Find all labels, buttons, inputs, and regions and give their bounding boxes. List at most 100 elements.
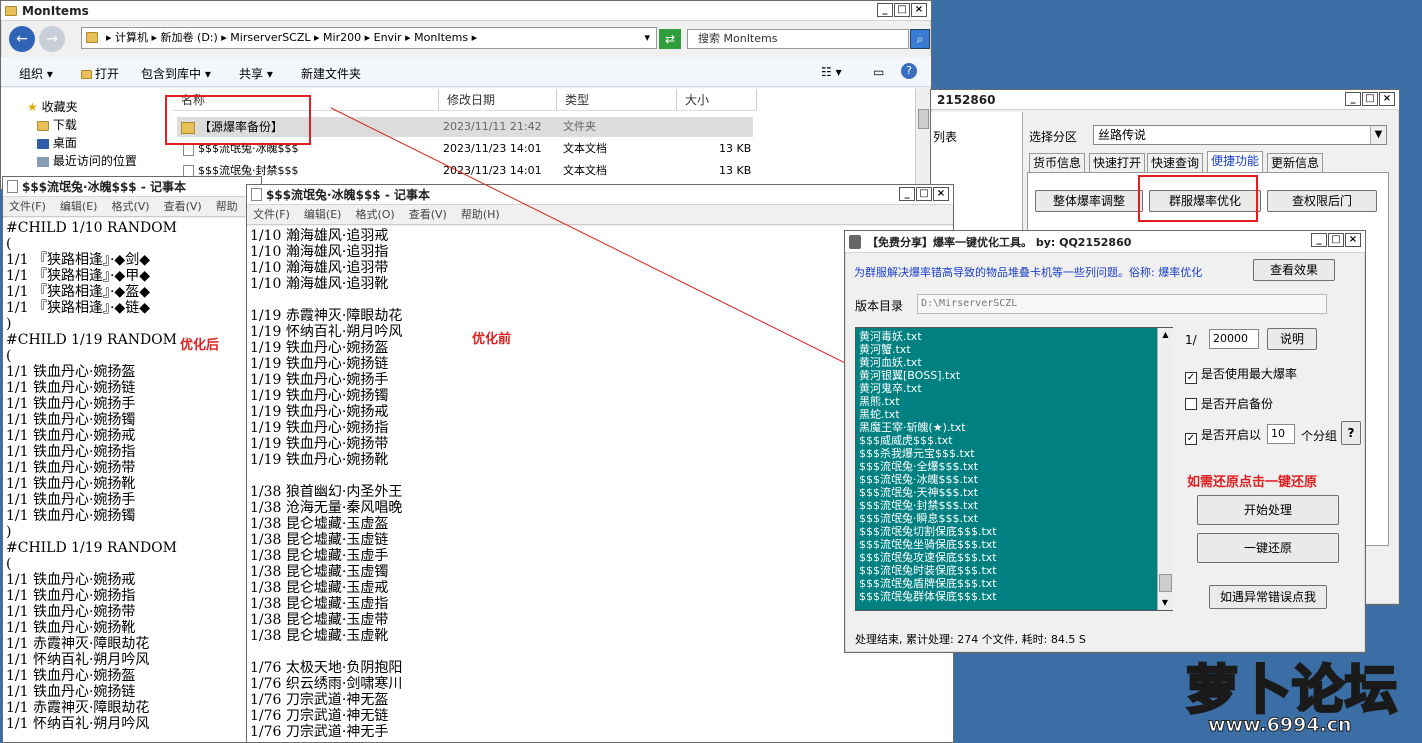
open-button[interactable]: 打开 xyxy=(81,65,119,82)
download-folder-icon xyxy=(37,120,49,131)
one-click-restore-button[interactable]: 一键还原 xyxy=(1197,533,1339,563)
menu-format[interactable]: 格式(V) xyxy=(111,197,149,216)
dir-input[interactable]: D:\MirserverSCZL xyxy=(917,294,1327,314)
forward-arrow-icon[interactable]: → xyxy=(39,26,65,52)
text-line: 1/1 『狭路相逢』·◆剑◆ xyxy=(6,252,150,268)
close-button[interactable]: × xyxy=(1345,233,1361,247)
new-folder-button[interactable]: 新建文件夹 xyxy=(301,65,361,82)
menu-edit[interactable]: 编辑(E) xyxy=(60,197,98,216)
notepad-icon xyxy=(251,188,262,201)
table-row[interactable]: $$$流氓兔·封禁$$$ 2023/11/23 14:01 文本文档 13 KB xyxy=(177,161,753,181)
close-button[interactable]: × xyxy=(1379,92,1395,106)
overall-rate-button[interactable]: 整体爆率调整 xyxy=(1035,190,1143,212)
menu-view[interactable]: 查看(V) xyxy=(164,197,202,216)
tab-update-info[interactable]: 更新信息 xyxy=(1267,153,1324,173)
text-line: 1/38 昆仑墟藏·玉虚戒 xyxy=(250,580,389,596)
column-date[interactable]: 修改日期 xyxy=(439,89,557,111)
view-options-icon[interactable]: ☷ ▾ xyxy=(821,65,842,79)
refresh-icon[interactable]: ⇄ xyxy=(659,29,681,49)
ratio-input[interactable]: 20000 xyxy=(1209,329,1259,349)
nav-downloads[interactable]: 下载 xyxy=(37,116,77,133)
file-listbox[interactable]: 黄河毒妖.txt 黄河蟹.txt 黄河血妖.txt 黄河银翼[BOSS].txt 黄河鬼… xyxy=(855,327,1173,611)
text-line: 1/19 铁血丹心·婉扬链 xyxy=(250,356,389,372)
column-size[interactable]: 大小 xyxy=(677,89,757,111)
text-line: 1/1 『狭路相逢』·◆链◆ xyxy=(6,300,150,316)
maximize-button[interactable]: □ xyxy=(1328,233,1344,247)
start-process-button[interactable]: 开始处理 xyxy=(1197,495,1339,525)
preview-pane-icon[interactable]: ▭ xyxy=(873,65,884,79)
nav-recent[interactable]: 最近访问的位置 xyxy=(37,152,137,169)
after-annotation: 优化后 xyxy=(180,338,220,353)
nav-desktop[interactable]: 桌面 xyxy=(37,134,77,151)
file-date: 2023/11/23 14:01 xyxy=(443,142,542,155)
list-item: $$$流氓兔·冰魄$$$.txt xyxy=(859,473,979,486)
notepad-after-text[interactable]: #CHILD 1/10 RANDOM(1/1 『狭路相逢』·◆剑◆ 1/1 『狭路… xyxy=(3,218,261,742)
menu-view[interactable]: 查看(V) xyxy=(409,205,447,224)
menu-file[interactable]: 文件(F) xyxy=(9,197,46,216)
menu-edit[interactable]: 编辑(E) xyxy=(304,205,342,224)
text-line: 1/38 昆仑墟藏·玉虚镯 xyxy=(250,564,389,580)
use-max-rate-checkbox[interactable]: ✓ 是否使用最大爆率 xyxy=(1185,365,1297,384)
maximize-button[interactable]: □ xyxy=(894,3,910,17)
watermark-url: www.6994.cn xyxy=(1208,714,1353,737)
help-question-button[interactable]: ? xyxy=(1341,421,1361,445)
folder-icon xyxy=(81,70,92,79)
tool-description: 为群服解决爆率错高导致的物品堆叠卡机等一些列问题。俗称: 爆率优化 xyxy=(854,266,1203,279)
enable-backup-checkbox[interactable]: 是否开启备份 xyxy=(1185,395,1273,412)
search-icon[interactable]: ⌕ xyxy=(910,29,930,49)
zone-select[interactable]: 丝路传说 ▼ xyxy=(1093,125,1387,145)
list-item: $$$流氓兔·天神$$$.txt xyxy=(859,486,979,499)
file-date: 2023/11/11 21:42 xyxy=(443,120,542,133)
close-button[interactable]: × xyxy=(911,3,927,17)
group-count-input[interactable]: 10 xyxy=(1267,424,1295,444)
minimize-button[interactable]: _ xyxy=(1311,233,1327,247)
organize-button[interactable]: 组织 ▾ xyxy=(19,65,53,82)
desktop-icon xyxy=(37,138,49,149)
error-contact-button[interactable]: 如遇异常错误点我 xyxy=(1209,585,1327,609)
menu-format[interactable]: 格式(O) xyxy=(355,205,394,224)
minimize-button[interactable]: _ xyxy=(877,3,893,17)
tab-quick-open[interactable]: 快速打开 xyxy=(1089,153,1146,173)
menu-help[interactable]: 帮助(H) xyxy=(461,205,500,224)
nav-label: 桌面 xyxy=(52,136,77,150)
address-bar[interactable]: ▸ 计算机 ▸ 新加卷 (D:) ▸ MirserverSCZL ▸ Mir20… xyxy=(81,27,657,49)
close-button[interactable]: × xyxy=(933,187,949,201)
text-line: #CHILD 1/19 RANDOM xyxy=(6,540,177,556)
back-arrow-icon[interactable]: ← xyxy=(9,26,35,52)
tab-currency[interactable]: 货币信息 xyxy=(1029,153,1086,173)
command-bar: 组织 ▾ 打开 包含到库中 ▾ 共享 ▾ 新建文件夹 ☷ ▾ ▭ ? xyxy=(1,57,931,87)
list-item: 黄河毒妖.txt xyxy=(859,330,922,343)
list-item: 黑蛇.txt xyxy=(859,408,900,421)
notepad-before-title: $$$流氓兔·冰魄$$$ - 记事本 xyxy=(266,188,430,202)
minimize-button[interactable]: _ xyxy=(1345,92,1361,106)
file-type: 文件夹 xyxy=(563,120,596,133)
minimize-button[interactable]: _ xyxy=(899,187,915,201)
nav-favorites[interactable]: ★ 收藏夹 xyxy=(27,98,78,115)
share-button[interactable]: 共享 ▾ xyxy=(239,65,273,82)
view-effect-button[interactable]: 查看效果 xyxy=(1253,259,1335,281)
tab-quick-query[interactable]: 快速查询 xyxy=(1147,153,1204,173)
menu-file[interactable]: 文件(F) xyxy=(253,205,290,224)
address-path: ▸ 计算机 ▸ 新加卷 (D:) ▸ MirserverSCZL ▸ Mir20… xyxy=(106,31,478,44)
explain-button[interactable]: 说明 xyxy=(1267,328,1317,350)
include-library-button[interactable]: 包含到库中 ▾ xyxy=(141,65,211,82)
maximize-button[interactable]: □ xyxy=(1362,92,1378,106)
tool-titlebar: 【免费分享】爆率一键优化工具。 by: QQ2152860 _ □ × xyxy=(845,231,1365,253)
help-icon[interactable]: ? xyxy=(901,63,917,79)
search-input[interactable]: 搜索 MonItems xyxy=(687,29,909,49)
tab-convenience[interactable]: 便捷功能 xyxy=(1207,151,1264,173)
enable-grouping-checkbox[interactable]: ✓ 是否开启以 xyxy=(1185,426,1261,445)
vertical-scrollbar[interactable] xyxy=(915,89,931,189)
chevron-down-icon[interactable]: ▾ xyxy=(644,28,650,48)
listbox-scrollbar[interactable]: ▲ ▼ xyxy=(1157,328,1173,610)
text-line: 1/38 昆仑墟藏·玉虚带 xyxy=(250,612,389,628)
text-line: #CHILD 1/19 RANDOM xyxy=(6,332,177,348)
column-type[interactable]: 类型 xyxy=(557,89,677,111)
maximize-button[interactable]: □ xyxy=(916,187,932,201)
highlight-box xyxy=(165,95,311,145)
text-line: 1/38 狼首幽幻·内圣外王 xyxy=(250,484,403,500)
list-item: $$$流氓兔群体保底$$$.txt xyxy=(859,590,997,603)
menu-help[interactable]: 帮助 xyxy=(216,197,238,216)
check-backdoor-button[interactable]: 查权限后门 xyxy=(1267,190,1377,212)
file-size: 13 KB xyxy=(719,164,752,177)
